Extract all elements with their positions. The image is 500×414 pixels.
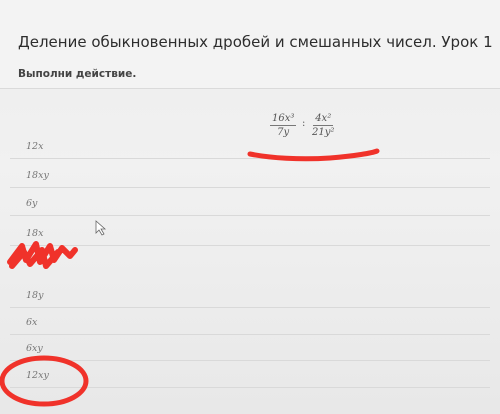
answer-option-2[interactable]: 18xy	[10, 161, 490, 188]
answer-option-6[interactable]: 6x	[10, 308, 490, 335]
answer-option-4[interactable]: 18x	[10, 219, 490, 246]
option-label: 6xy	[26, 343, 43, 354]
lesson-header: Деление обыкновенных дробей и смешанных …	[0, 0, 500, 89]
answer-option-5[interactable]: 18y	[10, 281, 490, 308]
task-instruction: Выполни действие.	[18, 68, 137, 80]
lesson-title: Деление обыкновенных дробей и смешанных …	[18, 33, 493, 51]
option-label: 18x	[26, 228, 44, 239]
option-label: 18y	[26, 290, 44, 301]
option-label: 6x	[26, 317, 38, 328]
answer-option-3[interactable]: 6y	[10, 189, 490, 216]
option-label: 12x	[26, 141, 44, 152]
division-operator: :	[302, 118, 306, 129]
option-label: 6y	[26, 198, 38, 209]
option-label: 12xy	[26, 370, 49, 381]
dividend-numerator: 16x³	[270, 113, 297, 126]
divisor-numerator: 4x²	[313, 113, 334, 126]
scribble-mark	[7, 241, 78, 269]
answer-option-8[interactable]: 12xy	[10, 361, 490, 388]
quiz-page: Деление обыкновенных дробей и смешанных …	[0, 0, 500, 414]
answer-option-1[interactable]: 12x	[10, 132, 490, 159]
answer-option-7[interactable]: 6xy	[10, 334, 490, 361]
option-label: 18xy	[26, 170, 49, 181]
